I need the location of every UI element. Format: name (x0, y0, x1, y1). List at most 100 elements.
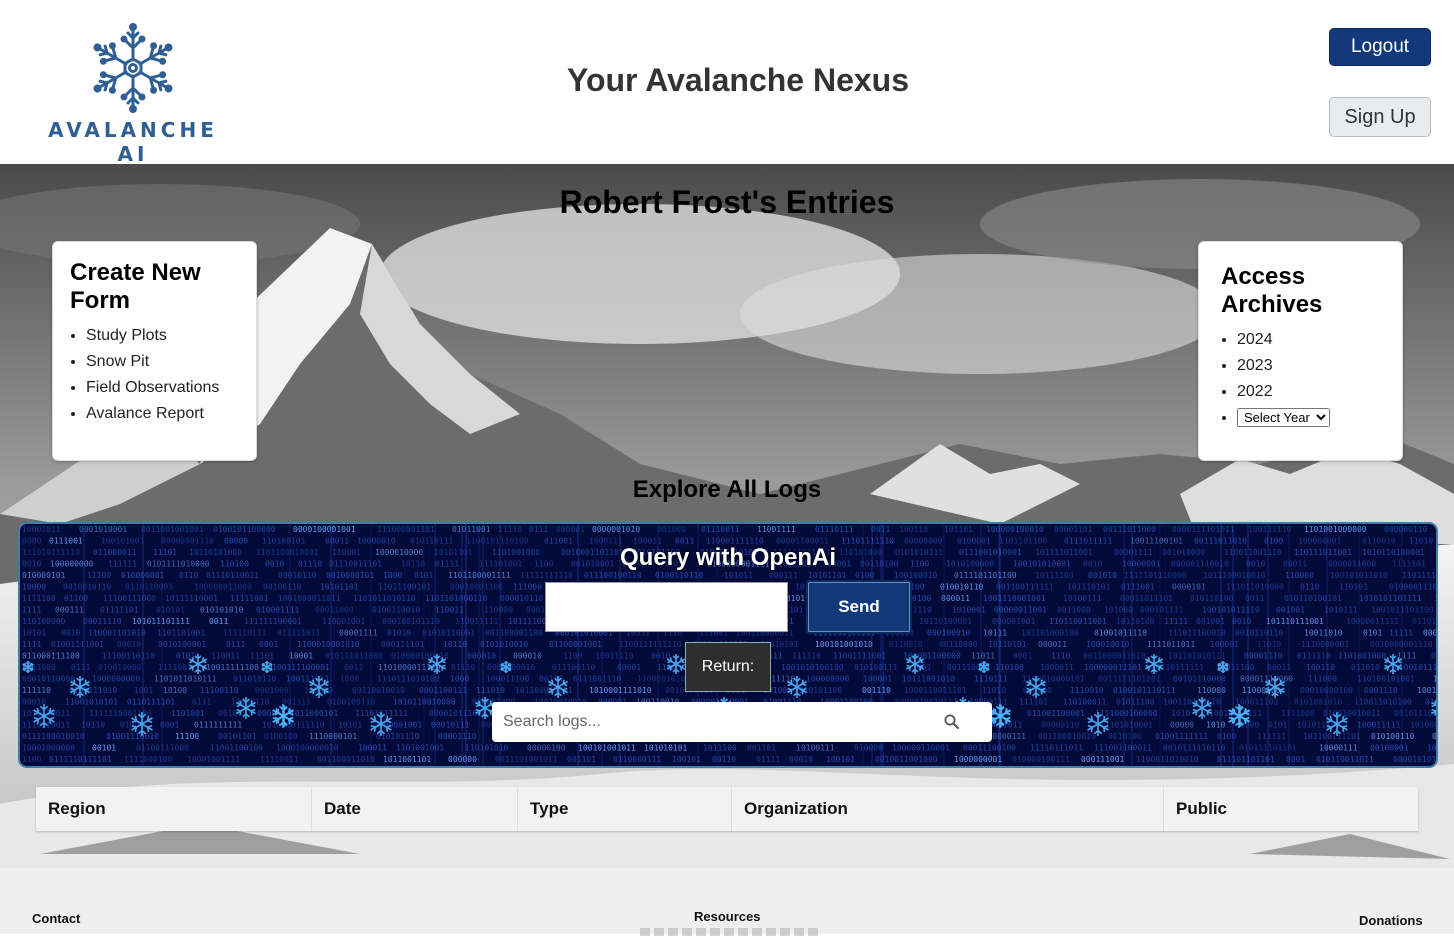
svg-text:100111110: 100111110 (1248, 525, 1292, 534)
svg-text:11001111: 11001111 (757, 525, 796, 534)
create-form-item-field-observations[interactable]: Field Observations (86, 375, 230, 401)
svg-text:0111: 0111 (192, 698, 211, 707)
svg-text:100000011000: 100000011000 (194, 583, 252, 592)
column-organization[interactable]: Organization (732, 787, 1164, 831)
svg-text:11100: 11100 (87, 571, 111, 580)
svg-text:110000: 110000 (484, 606, 513, 615)
svg-text:10011010: 10011010 (1304, 629, 1343, 638)
svg-text:100101: 100101 (826, 755, 855, 764)
svg-text:0110010: 0110010 (889, 640, 923, 649)
column-date[interactable]: Date (312, 787, 518, 831)
svg-text:110001001: 110001001 (322, 617, 366, 626)
svg-text:010000100010: 010000100010 (391, 652, 449, 661)
svg-text:1101001001: 1101001001 (396, 744, 444, 753)
column-public[interactable]: Public (1164, 787, 1418, 831)
svg-text:0100: 0100 (912, 594, 931, 603)
svg-text:100101: 100101 (672, 755, 701, 764)
svg-text:111000: 111000 (1308, 675, 1337, 684)
svg-text:00010: 00010 (22, 698, 46, 707)
svg-text:10111100: 10111100 (1035, 571, 1074, 580)
svg-text:0111: 0111 (71, 663, 90, 672)
svg-text:011000111100: 011000111100 (22, 652, 80, 661)
svg-text:1000011: 1000011 (1040, 663, 1074, 672)
svg-text:101110101: 101110101 (1067, 583, 1111, 592)
svg-text:000011: 000011 (941, 594, 970, 603)
archive-year-2022[interactable]: 2022 (1237, 379, 1361, 405)
svg-text:01110011: 01110011 (701, 525, 740, 534)
svg-text:11100111000: 11100111000 (103, 594, 156, 603)
svg-text:1111011011: 1111011011 (1147, 640, 1195, 649)
hero-section: Robert Frost's Entries Create New Form S… (0, 164, 1454, 868)
svg-text:10001011: 10001011 (22, 525, 61, 534)
svg-text:00000: 00000 (1170, 721, 1194, 730)
svg-text:1100010001010: 1100010001010 (297, 640, 360, 649)
svg-text:010001111: 010001111 (256, 606, 300, 615)
svg-text:00101101: 00101101 (218, 732, 257, 741)
svg-text:00011100100: 00011100100 (963, 744, 1016, 753)
logout-button[interactable]: Logout (1329, 28, 1431, 66)
svg-text:01110111: 01110111 (815, 525, 854, 534)
svg-text:0010100001: 0010100001 (158, 640, 206, 649)
svg-text:0001110: 0001110 (1364, 686, 1398, 695)
svg-text:10110: 10110 (443, 640, 467, 649)
svg-text:0110: 0110 (179, 571, 198, 580)
svg-text:1100010000101: 1100010000101 (1022, 675, 1085, 684)
svg-text:0010: 0010 (61, 629, 80, 638)
create-form-item-avalanche-report[interactable]: Avalance Report (86, 401, 230, 427)
column-region[interactable]: Region (36, 787, 312, 831)
svg-text:0101001010: 0101001010 (1294, 698, 1342, 707)
archive-year-2023[interactable]: 2023 (1237, 353, 1361, 379)
svg-text:1000100000010: 1000100000010 (276, 744, 339, 753)
create-form-item-snow-pit[interactable]: Snow Pit (86, 349, 230, 375)
svg-text:1110: 1110 (1051, 652, 1070, 661)
svg-text:100001: 100001 (1210, 640, 1239, 649)
svg-text:1001010100100: 1001010100100 (781, 663, 844, 672)
svg-text:100001: 100001 (863, 675, 892, 684)
svg-text:1111101110000: 1111101110000 (1124, 571, 1187, 580)
svg-text:10111: 10111 (983, 629, 1007, 638)
logo-text: AVALANCHE AI (48, 118, 218, 166)
svg-text:10110100: 10110100 (1116, 617, 1155, 626)
svg-text:100001100000: 100001100000 (903, 652, 961, 661)
svg-text:0001000: 0001000 (255, 686, 289, 695)
svg-text:0010010110: 0010010110 (63, 583, 111, 592)
create-form-item-study-plots[interactable]: Study Plots (86, 323, 230, 349)
svg-text:00001110: 00001110 (1244, 652, 1283, 661)
svg-text:111001100011: 111001100011 (1094, 744, 1152, 753)
svg-text:11010: 11010 (982, 686, 1006, 695)
svg-text:01011001: 01011001 (452, 525, 491, 534)
svg-text:0011011101: 0011011101 (1431, 652, 1436, 661)
entries-title: Robert Frost's Entries (559, 184, 895, 220)
svg-text:1101101001: 1101101001 (157, 629, 205, 638)
svg-text:0110111101: 0110111101 (127, 698, 175, 707)
svg-text:101101000100: 101101000100 (1021, 629, 1079, 638)
svg-text:1010: 1010 (1206, 721, 1225, 730)
svg-text:0100101100000: 0100101100000 (213, 525, 276, 534)
svg-text:0011000011010: 0011000011010 (1083, 652, 1146, 661)
send-button[interactable]: Send (806, 580, 912, 634)
search-logs-input[interactable] (492, 702, 932, 742)
svg-text:101011: 101011 (724, 571, 753, 580)
svg-text:101110111001: 101110111001 (1266, 617, 1324, 626)
svg-text:100111100001: 100111100001 (272, 663, 330, 672)
query-input[interactable] (545, 582, 788, 632)
archive-year-2024[interactable]: 2024 (1237, 327, 1361, 353)
sign-up-button[interactable]: Sign Up (1329, 97, 1431, 137)
svg-text:100111011: 100111011 (286, 675, 330, 684)
svg-text:10011111100: 10011111100 (206, 663, 259, 672)
select-year-dropdown[interactable]: Select Year (1237, 408, 1330, 427)
svg-text:1000: 1000 (340, 675, 359, 684)
svg-text:111110: 111110 (792, 652, 821, 661)
column-type[interactable]: Type (518, 787, 732, 831)
svg-text:1110111: 1110111 (974, 675, 1008, 684)
svg-text:1110010: 1110010 (1070, 686, 1104, 695)
svg-text:001010: 001010 (1088, 571, 1117, 580)
svg-text:0010: 0010 (218, 709, 237, 718)
create-new-form-title: Create New Form (70, 259, 201, 314)
search-icon[interactable] (943, 713, 961, 731)
svg-text:1110000001: 1110000001 (1301, 640, 1349, 649)
archive-year-select-item: Select Year (1237, 405, 1361, 431)
svg-text:1010101101111: 1010101101111 (1359, 594, 1422, 603)
svg-text:000111: 000111 (55, 606, 84, 615)
svg-text:0101: 0101 (1268, 721, 1287, 730)
